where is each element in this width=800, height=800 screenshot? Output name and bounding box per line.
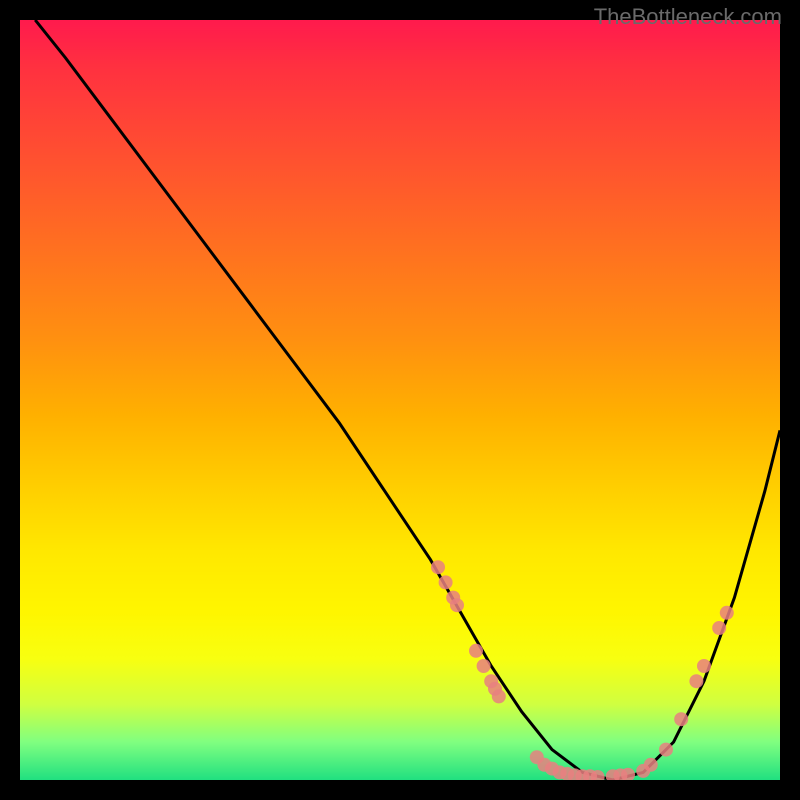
scatter-point xyxy=(644,758,658,772)
scatter-point xyxy=(431,560,445,574)
scatter-points xyxy=(431,560,734,780)
scatter-point xyxy=(712,621,726,635)
scatter-point xyxy=(697,659,711,673)
scatter-point xyxy=(450,598,464,612)
scatter-point xyxy=(689,674,703,688)
plot-area xyxy=(20,20,780,780)
scatter-point xyxy=(720,606,734,620)
curve-path xyxy=(35,20,780,780)
chart-svg xyxy=(20,20,780,780)
scatter-point xyxy=(477,659,491,673)
watermark-text: TheBottleneck.com xyxy=(594,4,782,30)
scatter-point xyxy=(439,575,453,589)
scatter-point xyxy=(492,689,506,703)
scatter-point xyxy=(469,644,483,658)
scatter-point xyxy=(659,743,673,757)
scatter-point xyxy=(674,712,688,726)
